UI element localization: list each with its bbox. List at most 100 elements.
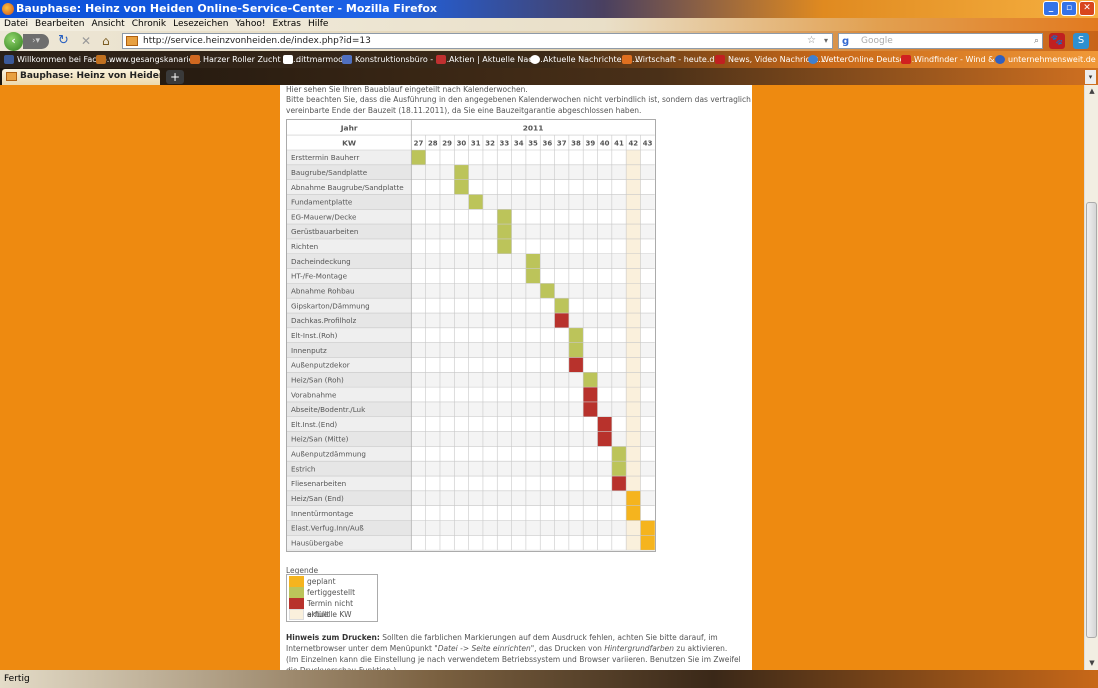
bookmark-item[interactable]: Wirtschaft - heute.de: [622, 51, 719, 68]
row-stripe-cell: [640, 224, 655, 239]
minimize-button[interactable]: _: [1043, 1, 1059, 16]
week-label: 32: [485, 140, 495, 148]
scroll-down-arrow-icon[interactable]: ▼: [1085, 657, 1098, 670]
task-name: Ersttermin Bauherr: [291, 153, 359, 162]
row-stripe-cell: [568, 164, 584, 180]
row-stripe-cell: [597, 194, 612, 210]
tab-list-icon[interactable]: ▾: [1085, 70, 1096, 84]
reload-icon[interactable]: ↻: [58, 31, 69, 51]
google-icon[interactable]: g: [842, 35, 849, 49]
back-arrow-icon[interactable]: ‹: [4, 32, 23, 51]
row-stripe-cell: [454, 490, 469, 506]
row-stripe-cell: [583, 224, 598, 239]
gantt-cell-fertig: [583, 372, 598, 388]
row-stripe-cell: [583, 520, 598, 536]
row-stripe-cell: [540, 194, 555, 210]
close-button[interactable]: ✕: [1079, 1, 1095, 16]
row-stripe-cell: [554, 520, 569, 536]
row-stripe-cell: [454, 342, 469, 358]
row-stripe-cell: [454, 461, 469, 477]
facebook-icon: [4, 55, 14, 64]
menu-chronik[interactable]: Chronik: [132, 18, 166, 31]
gantt-cell-nicht: [568, 357, 584, 373]
vertical-scrollbar[interactable]: ▲ ▼: [1084, 85, 1098, 670]
bookmark-item[interactable]: www.gesangskanarie...: [96, 51, 201, 68]
menu-hilfe[interactable]: Hilfe: [308, 18, 328, 31]
bookmark-item[interactable]: unternehmensweit.de: [995, 51, 1096, 68]
menu-extras[interactable]: Extras: [273, 18, 301, 31]
row-stripe-cell: [497, 194, 512, 210]
row-stripe-cell: [511, 164, 526, 180]
home-icon[interactable]: ⌂: [102, 31, 110, 51]
task-name: Innentürmontage: [291, 509, 354, 518]
maximize-button[interactable]: ▫: [1061, 1, 1077, 16]
row-stripe-cell: [511, 224, 526, 239]
new-tab-button[interactable]: +: [166, 70, 184, 84]
task-name: EG-Mauerw/Decke: [291, 212, 357, 221]
row-stripe-cell: [454, 401, 469, 417]
row-stripe-cell: [411, 431, 426, 447]
bookmark-item[interactable]: Windfinder - Wind & ...: [901, 51, 1005, 68]
url-dropdown-icon[interactable]: ▾: [824, 34, 828, 48]
row-stripe-cell: [597, 401, 612, 417]
search-box[interactable]: g Google ⌕: [838, 33, 1043, 49]
row-stripe-cell: [497, 253, 512, 269]
row-stripe-cell: [425, 520, 440, 536]
row-stripe-cell: [525, 313, 541, 328]
row-stripe-cell: [597, 224, 612, 239]
task-name: Außenputzdämmung: [291, 450, 366, 459]
row-stripe-cell: [554, 401, 569, 417]
tab-bauphase[interactable]: Bauphase: Heinz von Heiden Online-: [2, 69, 160, 85]
row-stripe-cell: [497, 520, 512, 536]
bookmark-star-icon[interactable]: ☆: [807, 34, 816, 48]
menu-bearbeiten[interactable]: Bearbeiten: [35, 18, 84, 31]
row-stripe-cell: [497, 342, 512, 358]
bookmark-item[interactable]: Aktien | Aktuelle Nach...: [436, 51, 545, 68]
window-title-bar[interactable]: Bauphase: Heinz von Heiden Online-Servic…: [0, 0, 1098, 18]
stop-icon[interactable]: ✕: [81, 31, 91, 51]
week-label: 37: [557, 140, 567, 148]
row-stripe-cell: [482, 253, 498, 269]
gantt-cell-fertig: [454, 164, 469, 180]
row-stripe-cell: [583, 490, 598, 506]
row-stripe-cell: [497, 490, 512, 506]
row-stripe-cell: [568, 401, 584, 417]
window-title: Bauphase: Heinz von Heiden Online-Servic…: [16, 2, 438, 15]
addon-skype-icon[interactable]: S: [1073, 33, 1089, 49]
row-stripe-cell: [597, 313, 612, 328]
task-name: Heiz/San (End): [291, 494, 344, 503]
address-bar[interactable]: http://service.heinzvonheiden.de/index.p…: [122, 33, 833, 49]
bookmark-item[interactable]: Konstruktionsbüro - w...: [342, 51, 449, 68]
menu-ansicht[interactable]: Ansicht: [91, 18, 124, 31]
row-stripe-cell: [511, 313, 526, 328]
scroll-up-arrow-icon[interactable]: ▲: [1085, 85, 1098, 98]
forward-arrow-icon[interactable]: ›▾: [23, 34, 49, 49]
scroll-thumb[interactable]: [1086, 202, 1097, 638]
year-header: Jahr: [340, 124, 358, 133]
week-label: 28: [428, 140, 438, 148]
week-label: 38: [571, 140, 581, 148]
row-stripe-cell: [640, 164, 655, 180]
gantt-cell-fertig: [497, 238, 512, 254]
row-stripe-cell: [454, 194, 469, 210]
menu-lesezeichen[interactable]: Lesezeichen: [173, 18, 228, 31]
bookmark-page-icon: [342, 55, 352, 64]
addon-dog-icon[interactable]: 🐾: [1049, 33, 1065, 49]
week-label: 30: [457, 140, 467, 148]
row-stripe-cell: [583, 313, 598, 328]
row-stripe-cell: [468, 313, 483, 328]
row-stripe-cell: [497, 164, 512, 180]
legend-swatch-aktuell: [289, 609, 304, 620]
page-viewport: Hier sehen Sie Ihren Bauablauf eingeteil…: [0, 85, 1084, 670]
menu-datei[interactable]: Datei: [4, 18, 28, 31]
row-stripe-cell: [611, 342, 627, 358]
task-name: HT-/Fe-Montage: [291, 272, 348, 281]
row-stripe-cell: [482, 313, 498, 328]
menu-yahoo[interactable]: Yahoo!: [235, 18, 265, 31]
search-icon[interactable]: ⌕: [1034, 34, 1039, 48]
firefox-icon: [2, 3, 14, 15]
task-name: Estrich: [291, 464, 315, 473]
row-stripe-cell: [525, 372, 541, 388]
row-stripe-cell: [511, 283, 526, 299]
task-name: Abseite/Bodentr./Luk: [291, 405, 366, 414]
